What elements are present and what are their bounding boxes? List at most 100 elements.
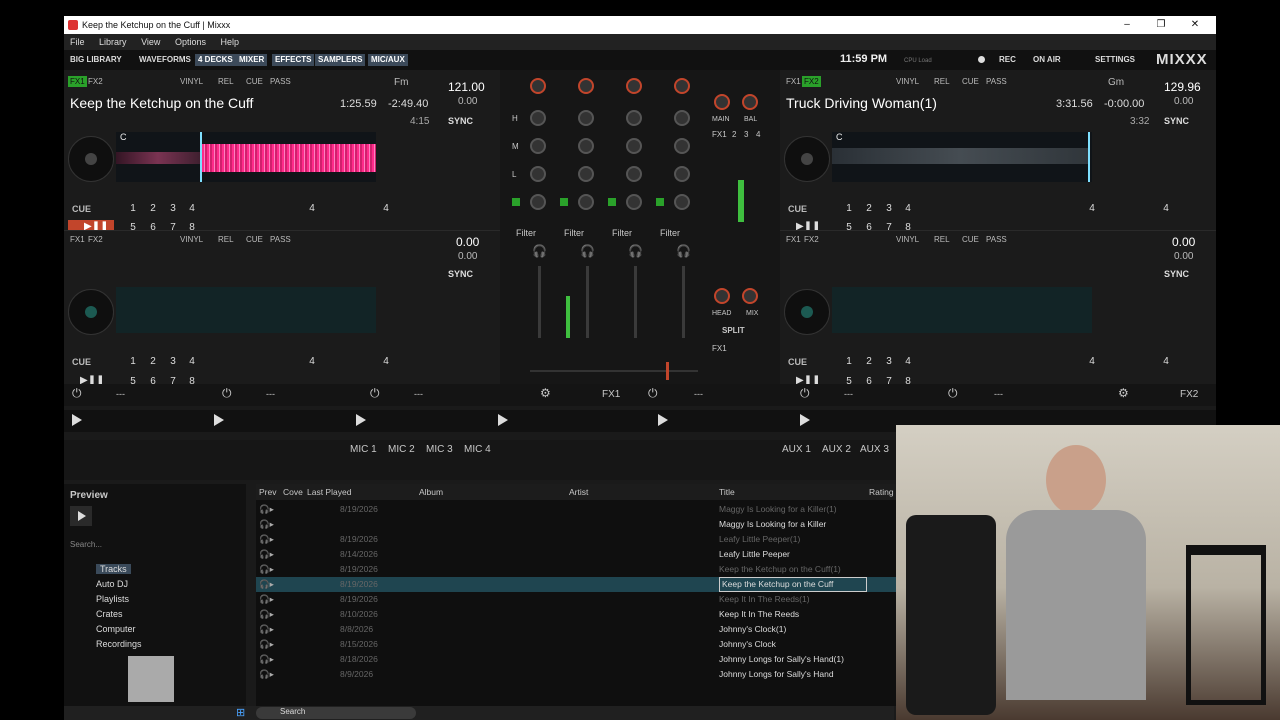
ch4-volume-fader[interactable] (634, 266, 637, 338)
deck2-waveform[interactable]: C (832, 132, 1092, 182)
col-rating[interactable]: Rating (869, 484, 894, 500)
deck3-pass-button[interactable]: PASS (270, 235, 291, 244)
deck3-hotcue-2[interactable]: 2 (146, 356, 160, 367)
mic-4-label[interactable]: MIC 4 (464, 444, 491, 455)
sampler-4-play-icon[interactable] (498, 414, 508, 426)
fx2-slot3-select[interactable]: --- (994, 389, 1003, 399)
deck1-beatloop-size[interactable]: 4 (305, 203, 319, 214)
deck3-vinyl-button[interactable]: VINYL (180, 235, 203, 244)
deck1-fx2-toggle[interactable]: FX2 (86, 76, 105, 87)
deck2-beatjump-size[interactable]: 4 (1159, 203, 1173, 214)
mixer-fx-4[interactable]: 4 (756, 130, 760, 139)
deck4-fx1-toggle[interactable]: FX1 (784, 234, 803, 245)
sidebar-item-recordings[interactable]: Recordings (68, 637, 248, 651)
settings-button[interactable]: SETTINGS (1092, 54, 1138, 66)
waveforms-button[interactable]: WAVEFORMS (136, 54, 194, 66)
deck3-cue-button[interactable]: CUE (72, 357, 91, 367)
maximize-button[interactable]: ❐ (1144, 16, 1178, 34)
deck4-waveform[interactable] (832, 287, 1092, 333)
aux-2-label[interactable]: AUX 2 (822, 444, 851, 455)
deck1-spinny[interactable] (68, 136, 114, 182)
menu-file[interactable]: File (70, 37, 85, 47)
deck4-beatloop-size[interactable]: 4 (1085, 356, 1099, 367)
balance-knob[interactable] (742, 94, 758, 110)
table-row[interactable]: 🎧▸ 8/19/2026 Maggy Is Looking for a Killer… (256, 502, 896, 517)
deck2-fx2-toggle[interactable]: FX2 (802, 76, 821, 87)
mixer-button[interactable]: MIXER (236, 54, 268, 66)
deck1-beatjump-size[interactable]: 4 (379, 203, 393, 214)
mic-2-label[interactable]: MIC 2 (388, 444, 415, 455)
aux-3-label[interactable]: AUX 3 (860, 444, 889, 455)
table-row[interactable]: 🎧▸ 8/15/2026 Johnny's Clock (256, 637, 896, 652)
ch4-gain-knob[interactable] (626, 78, 642, 94)
menu-library[interactable]: Library (99, 37, 127, 47)
deck3-beatloop-size[interactable]: 4 (305, 356, 319, 367)
deck1-sync-button[interactable]: SYNC (448, 116, 473, 126)
deck2-pass-button[interactable]: PASS (986, 77, 1007, 86)
table-row[interactable]: 🎧▸ 8/10/2026 Keep It In The Reeds (256, 607, 896, 622)
ch1-filter-knob[interactable] (530, 194, 546, 210)
table-row[interactable]: 🎧▸ 8/18/2026 Johnny Longs for Sally's Hand… (256, 652, 896, 667)
deck1-rel-button[interactable]: REL (218, 77, 234, 86)
fx1-slot2-power-icon[interactable]: ⏻ (222, 386, 232, 401)
sidebar-item-playlists[interactable]: Playlists (68, 592, 248, 606)
deck2-beatloop-size[interactable]: 4 (1085, 203, 1099, 214)
table-row[interactable]: 🎧▸ 8/19/2026 Leafy Little Peeper(1) (256, 532, 896, 547)
deck4-sync-button[interactable]: SYNC (1164, 269, 1189, 279)
deck3-sync-button[interactable]: SYNC (448, 269, 473, 279)
sampler-1-play-icon[interactable] (72, 414, 82, 426)
four-decks-button[interactable]: 4 DECKS (195, 54, 236, 66)
ch1-volume-fader[interactable] (538, 266, 541, 338)
ch4-filter-toggle[interactable] (608, 198, 616, 206)
deck2-cue-mode-button[interactable]: CUE (962, 77, 979, 86)
col-prev[interactable]: Prev (259, 484, 276, 500)
ch1-filter-toggle[interactable] (512, 198, 520, 206)
fx1-slot2-select[interactable]: --- (266, 389, 275, 399)
samplers-button[interactable]: SAMPLERS (315, 54, 366, 66)
deck3-rel-button[interactable]: REL (218, 235, 234, 244)
ch4-eq-mid-knob[interactable] (626, 138, 642, 154)
deck4-cue-mode-button[interactable]: CUE (962, 235, 979, 244)
sampler-3-play-icon[interactable] (356, 414, 366, 426)
split-button[interactable]: SPLIT (722, 326, 745, 335)
deck3-hotcue-1[interactable]: 1 (126, 356, 140, 367)
col-artist[interactable]: Artist (569, 484, 588, 500)
search-input[interactable]: Search... (70, 540, 102, 549)
deck1-pass-button[interactable]: PASS (270, 77, 291, 86)
fx2-gear-icon[interactable]: ⚙ (1118, 386, 1129, 400)
deck3-fx2-toggle[interactable]: FX2 (86, 234, 105, 245)
ch2-filter-toggle[interactable] (656, 198, 664, 206)
deck2-hotcue-2[interactable]: 2 (862, 203, 876, 214)
deck2-hotcue-3[interactable]: 3 (882, 203, 896, 214)
preview-headphone-icon[interactable]: 🎧▸ (259, 517, 274, 532)
preview-play-button[interactable] (70, 506, 92, 526)
preview-headphone-icon[interactable]: 🎧▸ (259, 577, 274, 592)
crossfader-handle[interactable] (666, 362, 669, 380)
col-cover[interactable]: Cove (283, 484, 303, 500)
preview-headphone-icon[interactable]: 🎧▸ (259, 592, 274, 607)
ch4-eq-high-knob[interactable] (626, 110, 642, 126)
sidebar-item-computer[interactable]: Computer (68, 622, 248, 636)
deck4-cue-button[interactable]: CUE (788, 357, 807, 367)
deck3-hotcue-4[interactable]: 4 (185, 356, 199, 367)
preview-headphone-icon[interactable]: 🎧▸ (259, 607, 274, 622)
preview-headphone-icon[interactable]: 🎧▸ (259, 637, 274, 652)
table-row[interactable]: 🎧▸ 8/8/2026 Johnny's Clock(1) (256, 622, 896, 637)
deck1-loop-tools[interactable] (388, 132, 434, 182)
ch2-volume-fader[interactable] (682, 266, 685, 338)
ch1-eq-low-knob[interactable] (530, 166, 546, 182)
preview-headphone-icon[interactable]: 🎧▸ (259, 667, 274, 682)
deck3-cue-mode-button[interactable]: CUE (246, 235, 263, 244)
crossfader[interactable] (530, 370, 698, 372)
fx2-slot1-select[interactable]: --- (694, 389, 703, 399)
col-title[interactable]: Title (719, 484, 735, 500)
deck4-beatjump-size[interactable]: 4 (1159, 356, 1173, 367)
deck2-rel-button[interactable]: REL (934, 77, 950, 86)
headphone-mix-knob[interactable] (742, 288, 758, 304)
deck4-fx2-toggle[interactable]: FX2 (802, 234, 821, 245)
deck2-cue-button[interactable]: CUE (788, 204, 807, 214)
col-last-played[interactable]: Last Played (307, 484, 351, 500)
deck4-hotcue-3[interactable]: 3 (882, 356, 896, 367)
ch2-eq-mid-knob[interactable] (674, 138, 690, 154)
deck2-hotcue-1[interactable]: 1 (842, 203, 856, 214)
